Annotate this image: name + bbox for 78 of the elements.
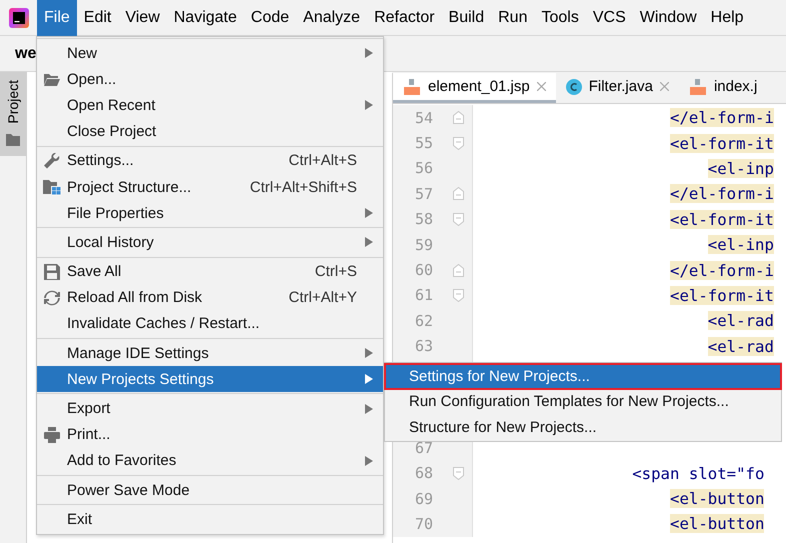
line-number: 67 bbox=[414, 438, 433, 457]
line-number: 59 bbox=[414, 236, 433, 254]
save-icon bbox=[44, 264, 60, 280]
tool-window-tab[interactable]: Project bbox=[0, 72, 26, 156]
menu-item[interactable]: Refactor bbox=[367, 0, 442, 36]
folder-icon bbox=[44, 72, 60, 86]
folder-grid-icon bbox=[43, 179, 61, 196]
fold-marker-icon[interactable] bbox=[453, 187, 464, 200]
fold-marker-icon[interactable] bbox=[453, 136, 464, 150]
menu-item[interactable]: VCS bbox=[586, 0, 633, 36]
line-number: 58 bbox=[414, 210, 433, 228]
code-line: <span slot="fo bbox=[632, 464, 764, 483]
shortcut-label: Ctrl+Alt+Shift+S bbox=[250, 178, 357, 196]
menu-item[interactable]: Add to Favorites bbox=[37, 448, 383, 474]
line-number: 56 bbox=[414, 159, 433, 178]
menu-item[interactable]: Manage IDE Settings bbox=[37, 340, 383, 366]
line-number: 70 bbox=[414, 514, 433, 533]
line-number: 68 bbox=[414, 464, 433, 482]
menu-item[interactable]: Exit bbox=[37, 506, 383, 532]
line-number: 54 bbox=[414, 108, 433, 127]
folder-icon bbox=[6, 134, 20, 146]
editor-tab[interactable]: element_01.jsp bbox=[393, 73, 556, 103]
menu-item[interactable]: Open Recent bbox=[37, 92, 383, 119]
shortcut-label: Ctrl+Alt+Y bbox=[288, 289, 357, 306]
menu-item[interactable]: Edit bbox=[76, 0, 118, 36]
menu-item[interactable]: Print... bbox=[37, 422, 383, 448]
menu-item[interactable]: Code bbox=[244, 0, 296, 36]
shortcut-label: Ctrl+Alt+S bbox=[288, 152, 357, 170]
line-number: 62 bbox=[414, 312, 433, 330]
fold-marker-icon[interactable] bbox=[453, 111, 464, 124]
menu-item[interactable]: Project Structure... Ctrl+Alt+Shift+S bbox=[37, 174, 383, 200]
menu-item[interactable]: Analyze bbox=[296, 0, 368, 36]
line-number: 57 bbox=[414, 184, 433, 203]
menu-item[interactable]: File bbox=[37, 0, 77, 36]
menu-item[interactable]: Structure for New Projects... bbox=[385, 414, 781, 440]
project-name: we bbox=[15, 44, 36, 62]
app-logo-icon[interactable] bbox=[9, 8, 29, 28]
menu-item[interactable]: View bbox=[118, 0, 167, 36]
fold-marker-icon[interactable] bbox=[453, 212, 464, 226]
menu-item[interactable]: Settings... Ctrl+Alt+S bbox=[37, 148, 383, 174]
shortcut-label: Ctrl+S bbox=[314, 263, 357, 280]
close-icon[interactable] bbox=[660, 82, 669, 91]
menu-item[interactable]: Save All Ctrl+S bbox=[37, 258, 383, 285]
menu-item[interactable]: Export bbox=[37, 395, 383, 422]
menu-item[interactable]: Close Project bbox=[37, 118, 383, 145]
menu-item[interactable]: Invalidate Caches / Restart... bbox=[37, 310, 383, 338]
editor-tab[interactable]: Filter.java bbox=[556, 73, 679, 103]
editor-tab[interactable]: index.j bbox=[678, 73, 768, 103]
menu-item[interactable]: New bbox=[37, 40, 383, 66]
jsp-file-icon bbox=[403, 78, 421, 94]
fold-marker-icon[interactable] bbox=[453, 288, 464, 302]
line-number: 69 bbox=[414, 490, 433, 508]
menu-item[interactable]: Run Configuration Templates for New Projects... bbox=[385, 389, 781, 415]
menu-item[interactable]: Navigate bbox=[166, 0, 244, 36]
menu-item[interactable]: Settings for New Projects... bbox=[385, 364, 781, 390]
reload-icon bbox=[44, 290, 60, 306]
menu-item[interactable]: Help bbox=[704, 0, 751, 36]
menu-item[interactable]: New Projects Settings bbox=[37, 366, 383, 392]
class-icon bbox=[566, 78, 582, 94]
fold-marker-icon[interactable] bbox=[453, 466, 464, 480]
menu-item[interactable]: Power Save Mode bbox=[37, 477, 383, 504]
menu-item[interactable]: Run bbox=[491, 0, 534, 36]
printer-icon bbox=[44, 426, 60, 443]
line-number: 61 bbox=[414, 286, 433, 304]
menu-item[interactable]: File Properties bbox=[37, 200, 383, 226]
menu-item[interactable]: Window bbox=[632, 0, 704, 36]
wrench-icon bbox=[44, 152, 60, 169]
jsp-file-icon bbox=[688, 78, 707, 94]
line-number: 55 bbox=[414, 134, 433, 152]
line-number: 60 bbox=[414, 261, 433, 280]
line-number: 63 bbox=[414, 337, 433, 356]
menu-item[interactable]: Tools bbox=[534, 0, 586, 36]
menu-item[interactable]: Reload All from Disk Ctrl+Alt+Y bbox=[37, 284, 383, 311]
fold-marker-icon[interactable] bbox=[453, 264, 464, 277]
close-icon[interactable] bbox=[536, 82, 546, 91]
menu-item[interactable]: Open... bbox=[37, 66, 383, 92]
menu-item[interactable]: Build bbox=[442, 0, 492, 36]
menu-item[interactable]: Local History bbox=[37, 229, 383, 256]
